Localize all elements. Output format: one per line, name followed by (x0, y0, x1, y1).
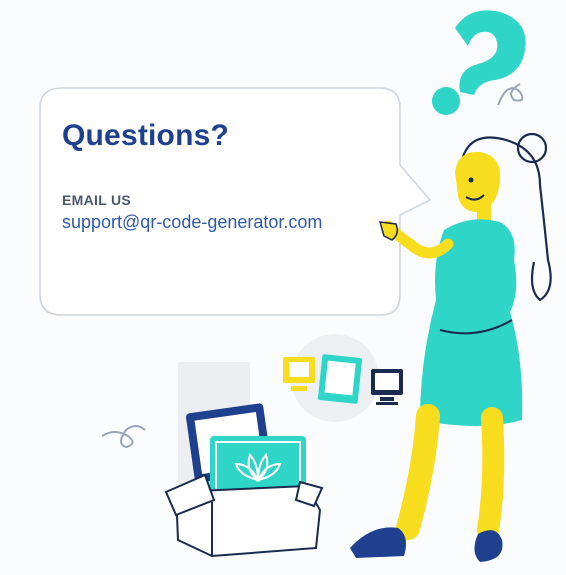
contact-panel: Questions? EMAIL US support@qr-code-gene… (0, 0, 566, 575)
squiggle-decoration (101, 425, 146, 449)
computer-icon (371, 369, 403, 405)
picture-frame-icon (317, 354, 363, 404)
illustration (101, 10, 552, 562)
woman-illustration (350, 132, 552, 562)
question-mark-icon (432, 10, 526, 115)
squiggle-decoration (497, 83, 524, 106)
